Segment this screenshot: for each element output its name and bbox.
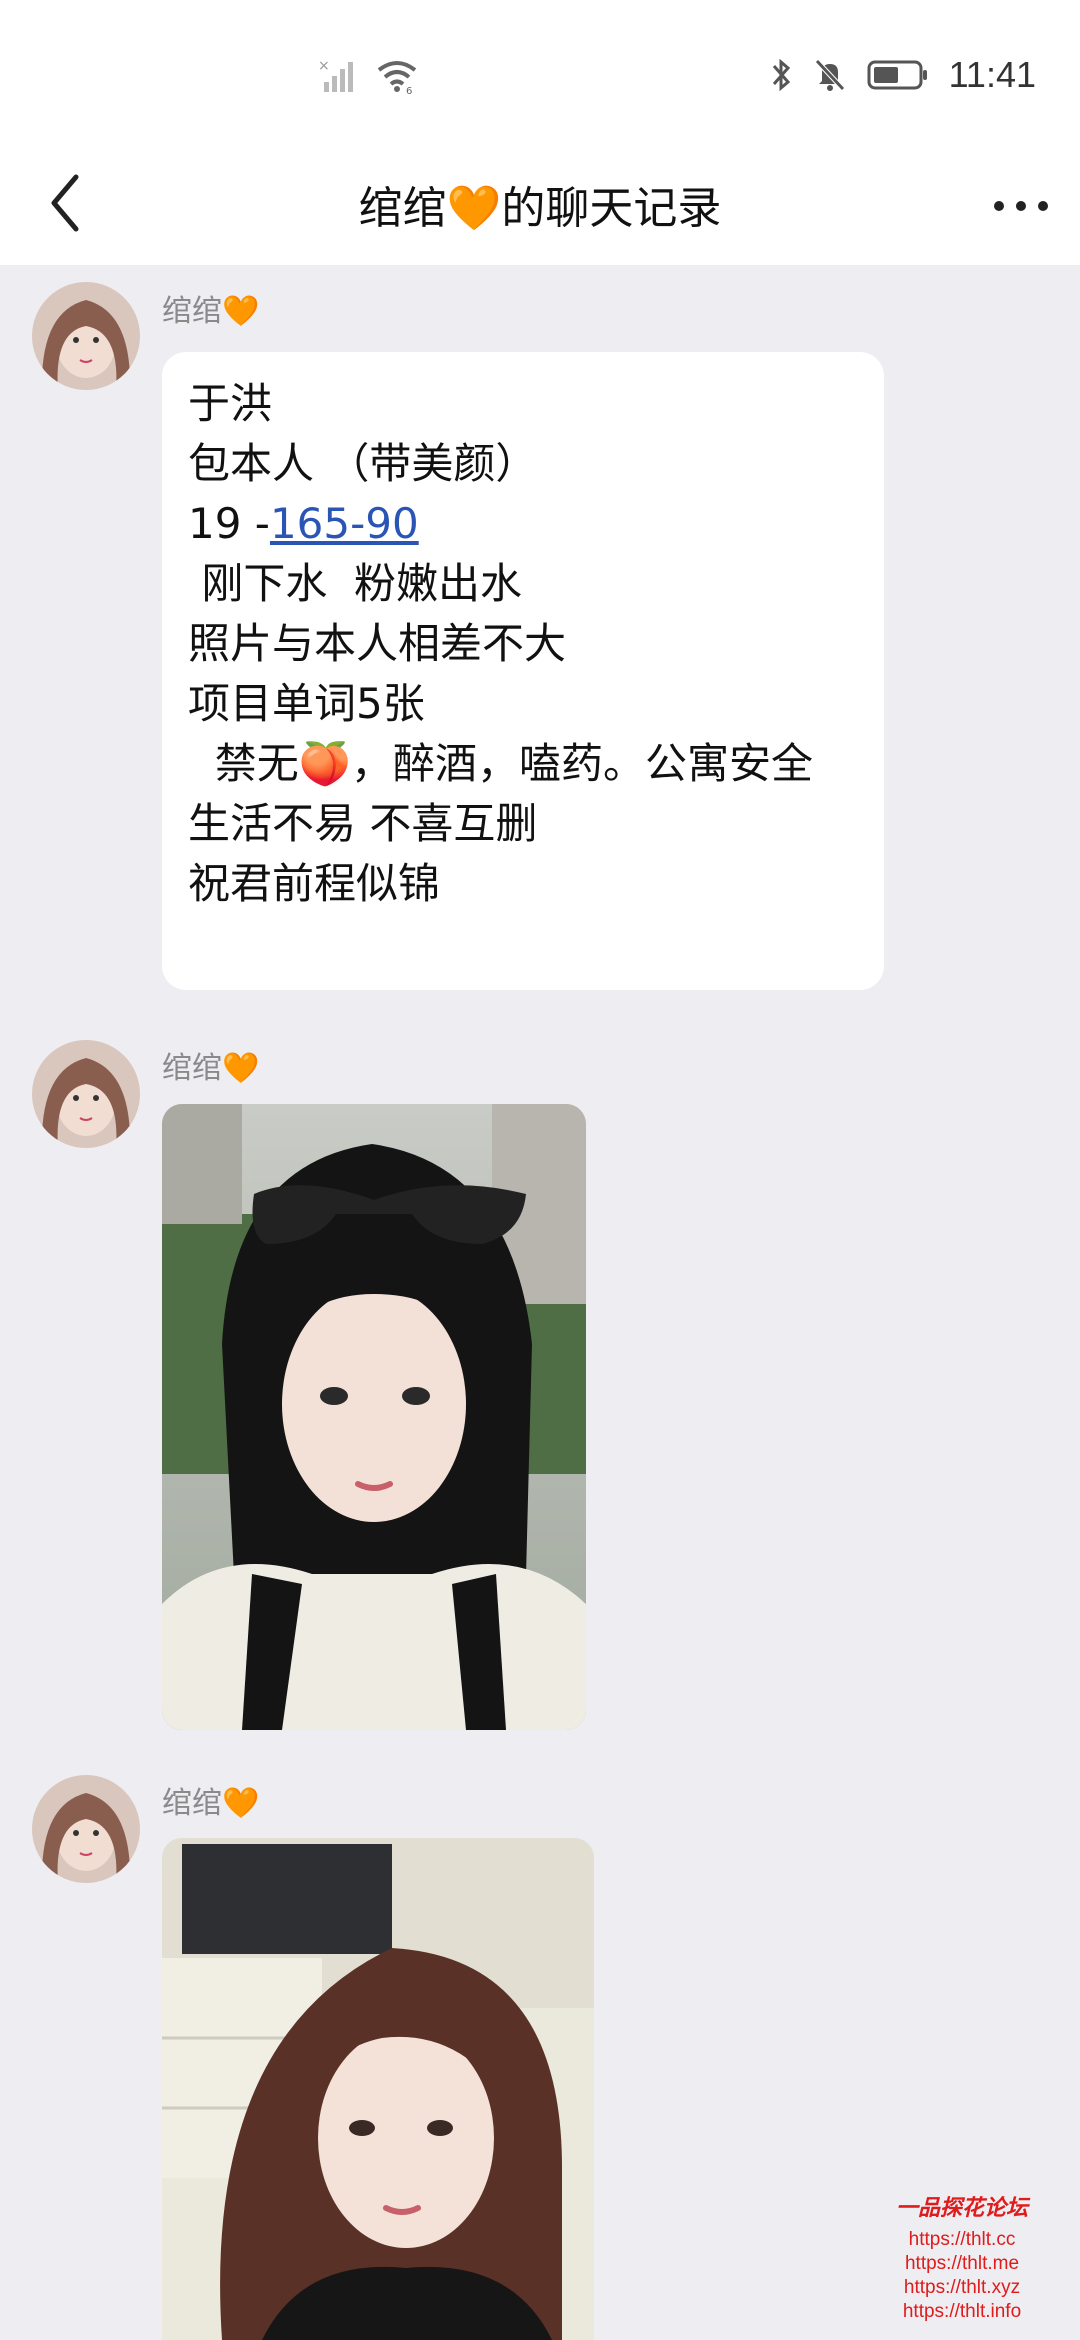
- message-line: 祝君前程似锦: [188, 859, 441, 908]
- watermark-url: https://thlt.cc: [908, 2229, 1016, 2250]
- avatar[interactable]: [32, 1040, 140, 1148]
- page-title: 绾绾🧡的聊天记录: [358, 183, 722, 234]
- message-line: 19 -165-90: [188, 494, 860, 554]
- chat-header: 绾绾🧡的聊天记录: [0, 150, 1080, 265]
- sender-name: 绾绾🧡: [162, 1051, 260, 1086]
- avatar[interactable]: [32, 282, 140, 390]
- message-line: 生活不易 不喜互删: [188, 799, 538, 848]
- message-photo[interactable]: [162, 1838, 594, 2340]
- status-left: × 6: [318, 58, 418, 94]
- message-photo[interactable]: [162, 1104, 586, 1730]
- battery-icon: [867, 60, 927, 90]
- more-icon: [994, 201, 1048, 211]
- avatar[interactable]: [32, 1775, 140, 1883]
- more-button[interactable]: [986, 176, 1056, 236]
- svg-text:×: ×: [318, 58, 330, 74]
- message-line-text: 19 -: [188, 499, 270, 548]
- message-line: 禁无🍑，醉酒，嗑药。公寓安全: [188, 739, 813, 788]
- status-time: 11:41: [948, 54, 1036, 95]
- watermark-url: https://thlt.me: [904, 2253, 1020, 2274]
- watermark: 一品探花论坛 https://thlt.cc https://thlt.me h…: [862, 2190, 1062, 2324]
- sender-name: 绾绾🧡: [162, 1786, 260, 1821]
- status-bar: × 6 11:41: [0, 0, 1080, 150]
- watermark-url: https://thlt.info: [902, 2301, 1022, 2322]
- bluetooth-icon: [772, 58, 790, 92]
- message-line: 包本人 （带美颜）: [188, 439, 538, 488]
- message-bubble[interactable]: 于洪 包本人 （带美颜） 19 -165-90 刚下水 粉嫩出水 照片与本人相差…: [162, 352, 884, 990]
- sender-name: 绾绾🧡: [162, 294, 260, 329]
- watermark-title: 一品探花论坛: [895, 2195, 1028, 2221]
- message-line: 项目单词5张: [188, 679, 425, 728]
- message-line: 刚下水 粉嫩出水: [188, 559, 523, 608]
- no-signal-icon: ×: [318, 58, 353, 92]
- status-right: 11:41: [769, 54, 1036, 96]
- mute-icon: [814, 59, 845, 91]
- watermark-url: https://thlt.xyz: [903, 2277, 1021, 2298]
- svg-text:6: 6: [406, 86, 412, 94]
- phone-link[interactable]: 165-90: [270, 499, 419, 548]
- wifi-icon: 6: [377, 61, 417, 94]
- message-line: 于洪: [188, 379, 273, 428]
- message-line: 照片与本人相差不大: [188, 619, 567, 668]
